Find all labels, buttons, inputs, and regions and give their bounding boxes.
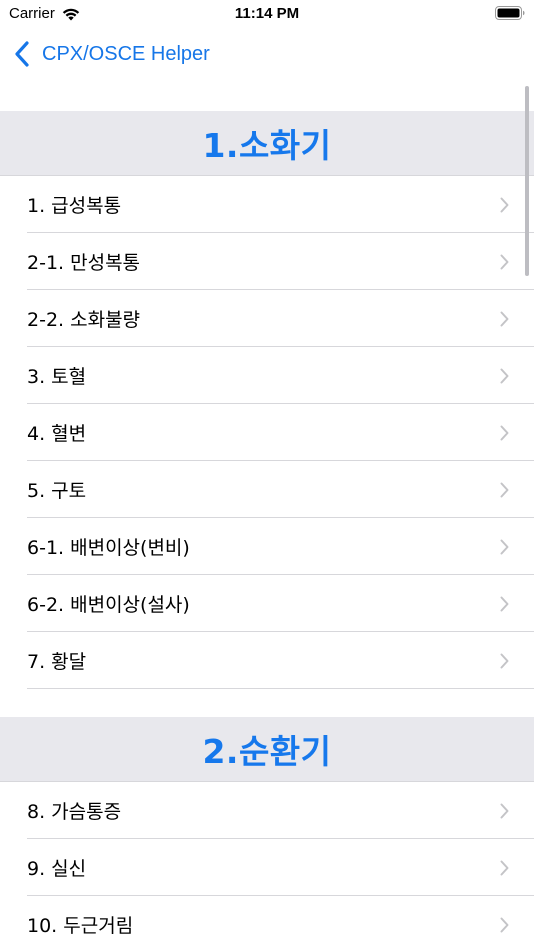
battery-icon: [495, 6, 525, 20]
chevron-right-icon: [500, 197, 509, 213]
list-item-label: 8. 가슴통증: [27, 801, 122, 823]
chevron-right-icon: [500, 653, 509, 669]
list-item-label: 2-2. 소화불량: [27, 309, 141, 331]
chevron-right-icon: [500, 917, 509, 933]
chevron-left-icon: [15, 41, 29, 67]
section-header: 1.소화기: [0, 111, 534, 175]
list-item[interactable]: 6-2. 배변이상(설사): [0, 575, 534, 632]
navigation-bar: CPX/OSCE Helper: [0, 30, 534, 80]
list-item-label: 6-2. 배변이상(설사): [27, 594, 190, 616]
list-item-label: 9. 실신: [27, 858, 87, 880]
section-spacer: [0, 689, 534, 717]
status-bar: Carrier 11:14 PM: [0, 0, 534, 30]
list-item[interactable]: 4. 혈변: [0, 404, 534, 461]
screen: Carrier 11:14 PM CPX/OSCE Helper 1.소화기 1…: [0, 0, 534, 950]
list-item[interactable]: 8. 가슴통증: [0, 782, 534, 839]
status-time: 11:14 PM: [234, 5, 300, 22]
list-item-label: 7. 황달: [27, 651, 87, 673]
list-item[interactable]: 6-1. 배변이상(변비): [0, 518, 534, 575]
back-button-label: CPX/OSCE Helper: [42, 42, 210, 65]
list-item[interactable]: 10. 두근거림: [0, 896, 534, 950]
chevron-right-icon: [500, 539, 509, 555]
section-header: 2.순환기: [0, 717, 534, 781]
list-item-label: 10. 두근거림: [27, 915, 134, 937]
list-item[interactable]: 3. 토혈: [0, 347, 534, 404]
chevron-right-icon: [500, 482, 509, 498]
chevron-right-icon: [500, 803, 509, 819]
chevron-right-icon: [500, 254, 509, 270]
list-item[interactable]: 2-1. 만성복통: [0, 233, 534, 290]
back-button[interactable]: CPX/OSCE Helper: [14, 40, 210, 68]
list-item[interactable]: 9. 실신: [0, 839, 534, 896]
list-item[interactable]: 2-2. 소화불량: [0, 290, 534, 347]
chevron-right-icon: [500, 368, 509, 384]
list-item-label: 4. 혈변: [27, 423, 87, 445]
list-item-label: 1. 급성복통: [27, 195, 122, 217]
list-item-label: 3. 토혈: [27, 366, 87, 388]
list-item[interactable]: 1. 급성복통: [0, 176, 534, 233]
list-item[interactable]: 5. 구토: [0, 461, 534, 518]
chevron-right-icon: [500, 311, 509, 327]
list-item-label: 6-1. 배변이상(변비): [27, 537, 190, 559]
list-item[interactable]: 7. 황달: [0, 632, 534, 689]
section-title: 1.소화기: [202, 126, 332, 165]
section-title: 2.순환기: [202, 732, 332, 771]
chevron-right-icon: [500, 425, 509, 441]
list-item-label: 2-1. 만성복통: [27, 252, 141, 274]
section-list: 1.소화기 1. 급성복통 2-1. 만성복통 2-2. 소화불량 3. 토혈 …: [0, 111, 534, 950]
list-item-label: 5. 구토: [27, 480, 87, 502]
chevron-right-icon: [500, 860, 509, 876]
scroll-indicator[interactable]: [525, 86, 529, 276]
chevron-right-icon: [500, 596, 509, 612]
